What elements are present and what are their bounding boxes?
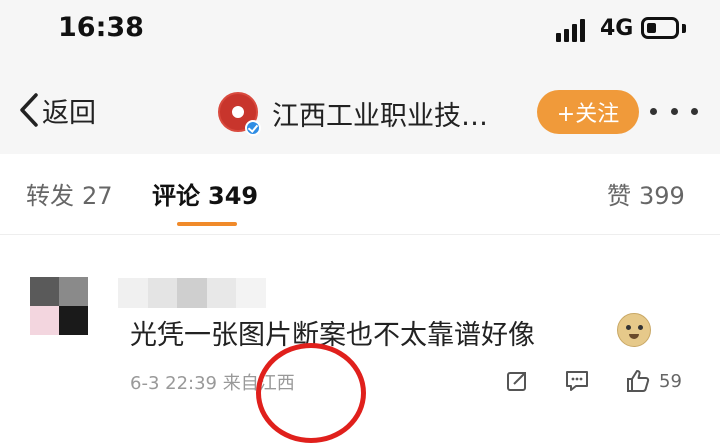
username-pixelated[interactable]	[118, 278, 266, 308]
more-dots-icon[interactable]	[650, 98, 698, 124]
like-button[interactable]: 59	[590, 368, 682, 394]
status-bar: 16:38 4G	[0, 0, 720, 62]
back-button[interactable]: 返回	[18, 90, 96, 130]
account-name[interactable]: 江西工业职业技…	[272, 94, 488, 133]
tab-comments-label: 评论	[152, 182, 200, 210]
share-icon	[507, 372, 526, 391]
tab-comments-count: 349	[208, 182, 259, 210]
follow-button[interactable]: +关注	[537, 90, 639, 134]
red-circle-annotation	[256, 343, 366, 443]
battery-tip	[682, 24, 686, 33]
like-icon	[627, 370, 650, 392]
tab-repost-count: 27	[82, 182, 113, 210]
nav-bar: 返回 江西工业职业技… +关注	[0, 62, 720, 154]
share-button[interactable]	[505, 369, 529, 393]
comment-actions: 59	[505, 365, 682, 397]
battery-icon	[641, 17, 679, 39]
comment-button[interactable]	[529, 369, 590, 393]
avatar[interactable]	[30, 277, 88, 335]
back-chevron-icon	[20, 93, 38, 127]
doge-emoji-icon	[617, 313, 651, 347]
status-time: 16:38	[58, 12, 144, 43]
verified-badge-icon	[245, 120, 261, 136]
tab-likes[interactable]: 赞 399	[607, 176, 685, 211]
signal-icon	[556, 18, 592, 42]
tab-likes-label: 赞	[607, 182, 631, 210]
tab-likes-count: 399	[639, 182, 685, 210]
tab-bar: 转发 27 评论 349 赞 399	[0, 154, 720, 235]
back-label: 返回	[42, 97, 96, 129]
comment-icon	[566, 371, 588, 391]
like-count: 59	[659, 370, 682, 392]
tab-comments[interactable]: 评论 349	[152, 176, 258, 211]
comment-item: 光凭一张图片断案也不太靠谱好像 6-3 22:39 来自江西 59	[0, 235, 720, 443]
tab-repost[interactable]: 转发 27	[26, 176, 113, 211]
network-type: 4G	[600, 16, 634, 41]
tab-repost-label: 转发	[26, 182, 74, 210]
active-tab-indicator	[177, 222, 237, 226]
